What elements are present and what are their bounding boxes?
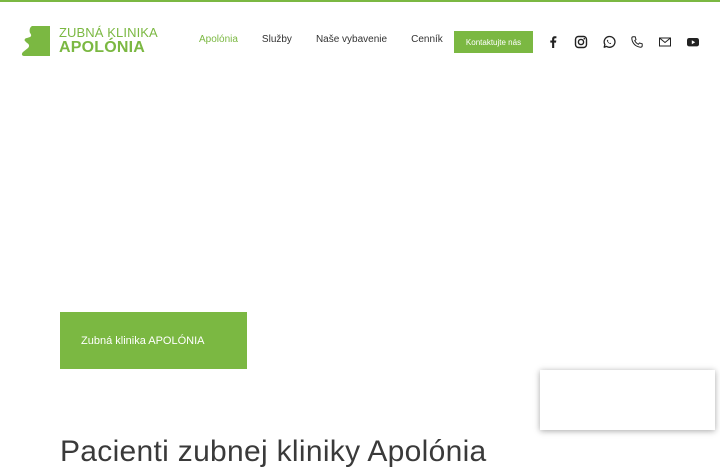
nav-link-nase-vybavenie[interactable]: Naše vybavenie — [316, 34, 387, 45]
youtube-icon[interactable] — [686, 35, 700, 49]
facebook-icon[interactable] — [546, 35, 560, 49]
whatsapp-icon[interactable] — [602, 35, 616, 49]
logo-line-2: APOLÓNIA — [59, 39, 146, 56]
logo-icon — [21, 26, 50, 56]
section-headline: Pacienti zubnej kliniky Apolónia — [60, 435, 487, 468]
hero-badge-text: Zubná klinika APOLÓNIA — [81, 334, 205, 347]
main-nav: Apolónia Služby Naše vybavenie Cenník — [199, 34, 467, 45]
phone-icon[interactable] — [630, 35, 644, 49]
instagram-icon[interactable] — [574, 35, 588, 49]
logo-wordmark: ZUBNÁ KLINIKA APOLÓNIA — [59, 26, 158, 56]
nav-link-cennik[interactable]: Cenník — [411, 34, 443, 45]
nav-link-apolonia[interactable]: Apolónia — [199, 34, 238, 45]
hero-badge: Zubná klinika APOLÓNIA — [60, 312, 247, 369]
logo-link[interactable]: ZUBNÁ KLINIKA APOLÓNIA — [20, 24, 158, 58]
logo-line-1: ZUBNÁ KLINIKA — [59, 25, 158, 40]
contact-us-button[interactable]: Kontaktujte nás — [454, 31, 533, 53]
mail-icon[interactable] — [658, 35, 672, 49]
floating-widget[interactable] — [540, 370, 715, 430]
site-header: ZUBNÁ KLINIKA APOLÓNIA Apolónia Služby N… — [0, 2, 720, 80]
nav-link-sluzby[interactable]: Služby — [262, 34, 292, 45]
